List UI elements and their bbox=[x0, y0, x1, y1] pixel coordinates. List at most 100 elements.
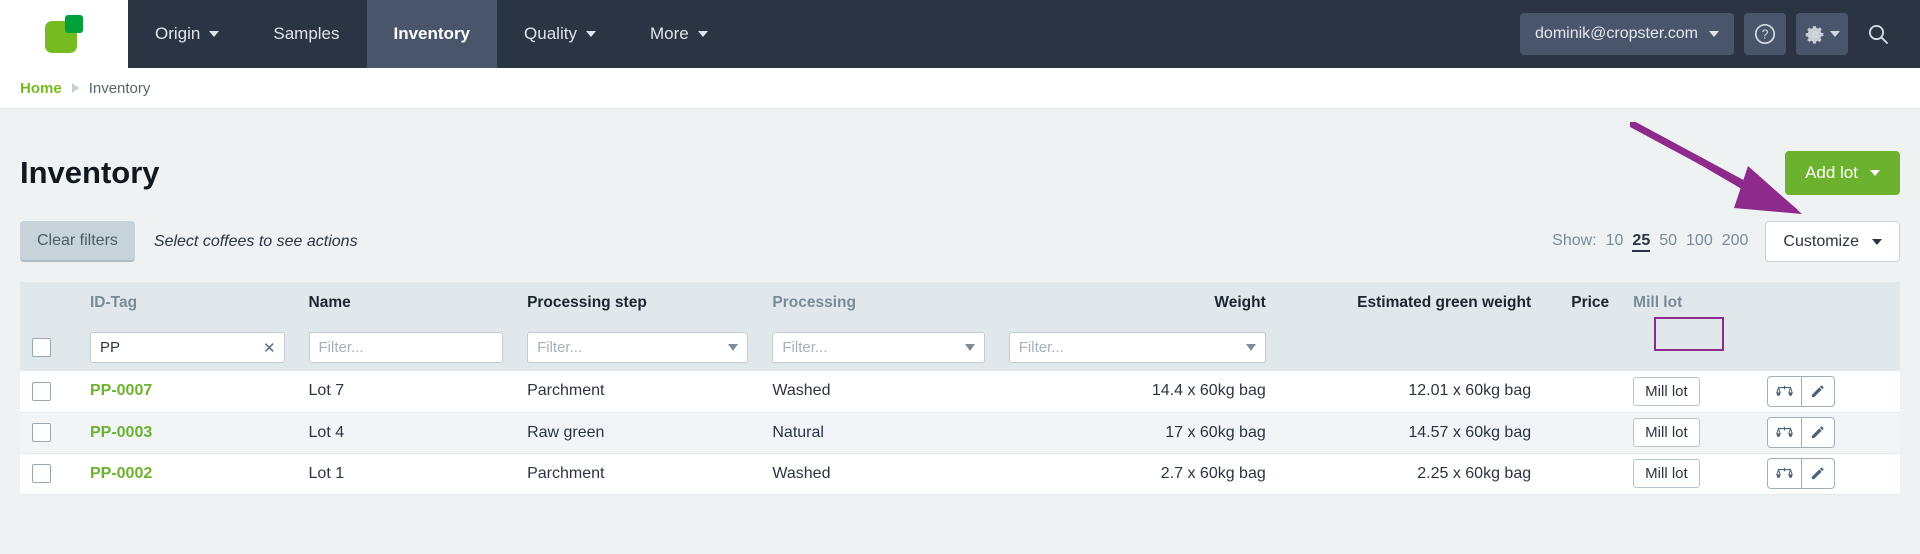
page-size-100[interactable]: 100 bbox=[1686, 232, 1713, 250]
column-header-price[interactable]: Price bbox=[1543, 282, 1621, 324]
svg-text:?: ? bbox=[1762, 28, 1769, 42]
pencil-icon[interactable] bbox=[1800, 459, 1834, 488]
column-header-processing[interactable]: Processing bbox=[760, 282, 996, 324]
gear-icon bbox=[1805, 25, 1823, 44]
chevron-down-icon bbox=[1872, 238, 1882, 245]
clear-filters-button[interactable]: Clear filters bbox=[20, 221, 135, 262]
processing-step-filter-dropdown[interactable]: Filter... bbox=[527, 332, 749, 363]
clear-icon[interactable]: ✕ bbox=[263, 339, 276, 357]
pencil-icon[interactable] bbox=[1800, 376, 1834, 406]
cropster-logo-icon[interactable] bbox=[45, 15, 83, 53]
processing-filter-dropdown[interactable]: Filter... bbox=[772, 332, 985, 363]
page-title: Inventory bbox=[20, 155, 160, 190]
settings-button[interactable] bbox=[1796, 13, 1848, 55]
row-action-group bbox=[1766, 458, 1835, 489]
row-action-group bbox=[1766, 417, 1835, 448]
breadcrumb-current: Inventory bbox=[88, 79, 151, 97]
filter-cell-name bbox=[297, 324, 516, 371]
search-button[interactable] bbox=[1858, 13, 1898, 55]
pencil-icon[interactable] bbox=[1800, 418, 1834, 447]
nav-item-more[interactable]: More bbox=[623, 0, 735, 68]
cell-id-tag[interactable]: PP-0007 bbox=[78, 371, 297, 412]
page-size-200[interactable]: 200 bbox=[1722, 232, 1749, 250]
scale-icon[interactable] bbox=[1768, 459, 1801, 488]
column-header-actions bbox=[1755, 282, 1900, 324]
cell-actions bbox=[1755, 412, 1900, 453]
select-all-checkbox[interactable] bbox=[32, 338, 51, 357]
mill-lot-button[interactable]: Mill lot bbox=[1633, 459, 1700, 488]
add-lot-button[interactable]: Add lot bbox=[1785, 151, 1900, 195]
row-checkbox[interactable] bbox=[32, 464, 51, 483]
row-checkbox[interactable] bbox=[32, 381, 51, 401]
user-email-label: dominik@cropster.com bbox=[1535, 25, 1698, 42]
mill-lot-button[interactable]: Mill lot bbox=[1633, 418, 1700, 447]
logo-cell[interactable] bbox=[0, 0, 128, 68]
cell-weight: 14.4 x 60kg bag bbox=[1151, 382, 1266, 400]
filter-cell-id-tag: ✕ bbox=[78, 324, 297, 371]
cell-weight: 17 x 60kg bag bbox=[1165, 423, 1266, 441]
breadcrumb-home[interactable]: Home bbox=[20, 80, 62, 97]
row-checkbox[interactable] bbox=[32, 423, 51, 442]
chevron-down-icon bbox=[1829, 31, 1840, 37]
cell-mill-lot: Mill lot bbox=[1621, 453, 1755, 494]
column-header-mill-lot[interactable]: Mill lot bbox=[1621, 282, 1755, 324]
breadcrumb: Home Inventory bbox=[0, 68, 1920, 109]
table-row[interactable]: PP-0003 Lot 4 Raw green Natural 17 x 60k… bbox=[20, 412, 1900, 453]
inventory-table-wrapper: ID-Tag Name Processing step Processing W… bbox=[20, 282, 1900, 495]
column-header-name[interactable]: Name bbox=[297, 282, 516, 324]
chevron-down-icon bbox=[1870, 170, 1880, 176]
chevron-right-icon bbox=[71, 83, 79, 93]
cell-actions bbox=[1755, 371, 1900, 412]
row-select-cell bbox=[20, 453, 78, 494]
chevron-down-icon bbox=[728, 344, 739, 351]
cell-name: Lot 1 bbox=[308, 464, 345, 482]
column-header-id-tag[interactable]: ID-Tag bbox=[78, 282, 297, 324]
weight-filter-dropdown[interactable]: Filter... bbox=[1008, 332, 1266, 363]
nav-item-label: Origin bbox=[155, 24, 201, 43]
chevron-down-icon bbox=[964, 344, 975, 351]
processing-filter-placeholder: Filter... bbox=[782, 339, 828, 356]
top-navigation-bar: Origin Samples Inventory Quality More do… bbox=[0, 0, 1920, 68]
mill-lot-button[interactable]: Mill lot bbox=[1633, 376, 1700, 406]
nav-item-inventory[interactable]: Inventory bbox=[366, 0, 498, 68]
cell-id-tag[interactable]: PP-0002 bbox=[78, 453, 297, 494]
cell-processing-step: Parchment bbox=[527, 382, 605, 400]
nav-item-label: More bbox=[649, 24, 689, 43]
page-size-25[interactable]: 25 bbox=[1632, 232, 1651, 252]
help-button[interactable]: ? bbox=[1744, 13, 1786, 55]
nav-item-label: Quality bbox=[524, 24, 577, 43]
show-label: Show: bbox=[1552, 231, 1597, 249]
filter-cell-price bbox=[1543, 324, 1621, 371]
column-header-estimated-green-weight[interactable]: Estimated green weight bbox=[1278, 282, 1543, 324]
cell-id-tag[interactable]: PP-0003 bbox=[78, 412, 297, 453]
select-all-cell bbox=[20, 324, 78, 371]
cell-mill-lot: Mill lot bbox=[1621, 371, 1755, 412]
page-size-10[interactable]: 10 bbox=[1606, 232, 1624, 250]
table-row[interactable]: PP-0007 Lot 7 Parchment Washed 14.4 x 60… bbox=[20, 371, 1900, 412]
name-filter-input[interactable] bbox=[308, 332, 504, 363]
page-size-50[interactable]: 50 bbox=[1659, 232, 1677, 250]
nav-item-quality[interactable]: Quality bbox=[497, 0, 623, 68]
nav-item-origin[interactable]: Origin bbox=[128, 0, 246, 68]
nav-right-group: dominik@cropster.com ? bbox=[1520, 0, 1920, 68]
column-header-processing-step[interactable]: Processing step bbox=[515, 282, 760, 324]
customize-label: Customize bbox=[1783, 232, 1859, 250]
row-action-group bbox=[1766, 375, 1835, 407]
inventory-table: ID-Tag Name Processing step Processing W… bbox=[20, 282, 1900, 495]
customize-button[interactable]: Customize bbox=[1765, 221, 1900, 262]
row-select-cell bbox=[20, 412, 78, 453]
scale-icon[interactable] bbox=[1768, 418, 1801, 447]
nav-item-samples[interactable]: Samples bbox=[246, 0, 366, 68]
cell-processing: Washed bbox=[772, 464, 831, 482]
column-header-weight[interactable]: Weight bbox=[997, 282, 1278, 324]
filter-cell-processing: Filter... bbox=[760, 324, 996, 371]
cell-name: Lot 7 bbox=[308, 382, 345, 400]
cell-processing: Natural bbox=[772, 423, 824, 441]
weight-filter-placeholder: Filter... bbox=[1018, 339, 1064, 356]
scale-icon[interactable] bbox=[1768, 377, 1801, 406]
id-tag-filter-input[interactable] bbox=[89, 332, 285, 363]
search-icon bbox=[1868, 24, 1888, 44]
table-row[interactable]: PP-0002 Lot 1 Parchment Washed 2.7 x 60k… bbox=[20, 453, 1900, 494]
chevron-down-icon bbox=[1245, 344, 1256, 351]
user-account-menu[interactable]: dominik@cropster.com bbox=[1520, 13, 1734, 55]
